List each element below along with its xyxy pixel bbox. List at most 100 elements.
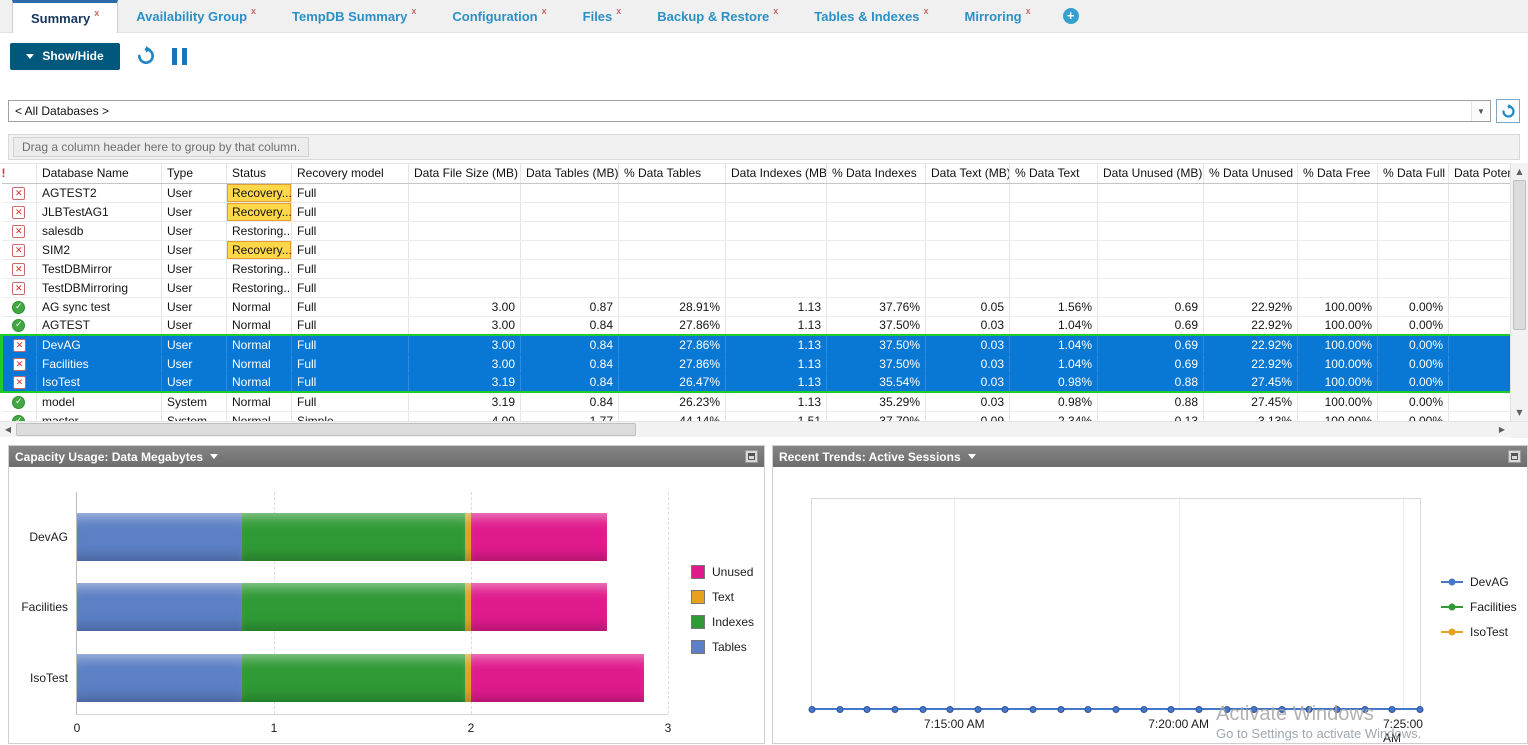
trends-panel: Recent Trends: Active Sessions 7:15:00 A…: [772, 445, 1528, 744]
tab-close-icon[interactable]: x: [411, 6, 416, 16]
chevron-down-icon[interactable]: ▼: [1471, 101, 1490, 121]
table-row-testdbmirror[interactable]: ✕TestDBMirrorUserRestoring...Full: [2, 259, 1511, 278]
bar-segment-tables[interactable]: [77, 583, 242, 631]
cell-data-full: [1378, 259, 1449, 278]
vertical-scroll-thumb[interactable]: [1513, 180, 1526, 330]
bar-segment-unused[interactable]: [471, 583, 607, 631]
tab-availability-group[interactable]: Availability Groupx: [118, 0, 274, 32]
column-header-database-name[interactable]: Database Name: [37, 164, 162, 183]
tab-label: Backup & Restore: [657, 9, 769, 24]
tab-summary[interactable]: Summaryx: [12, 0, 118, 33]
table-row-jlbtestag1[interactable]: ✕JLBTestAG1UserRecovery...Full: [2, 202, 1511, 221]
column-header-status[interactable]: Status: [227, 164, 292, 183]
table-row-salesdb[interactable]: ✕salesdbUserRestoring...Full: [2, 221, 1511, 240]
tab-backup-restore[interactable]: Backup & Restore x: [639, 0, 796, 32]
cell-data-indexes-mb: [726, 240, 827, 259]
table-row-model[interactable]: ✓modelSystemNormalFull3.190.8426.23%1.13…: [2, 392, 1511, 411]
bar-segment-indexes[interactable]: [242, 513, 465, 561]
tab-close-icon[interactable]: x: [542, 6, 547, 16]
cell-data-free: 100.00%: [1298, 373, 1378, 392]
column-header-recovery-model[interactable]: Recovery model: [292, 164, 409, 183]
bar-segment-tables[interactable]: [77, 654, 242, 702]
column-header-data-indexes-mb[interactable]: Data Indexes (MB): [726, 164, 827, 183]
show-hide-button[interactable]: Show/Hide: [10, 43, 120, 70]
table-row-agtest[interactable]: ✓AGTESTUserNormalFull3.000.8427.86%1.133…: [2, 316, 1511, 335]
cell-data-file-size-mb: [409, 278, 521, 297]
table-row-ag-sync-test[interactable]: ✓AG sync testUserNormalFull3.000.8728.91…: [2, 297, 1511, 316]
x-tick-label: 3: [665, 721, 672, 735]
maximize-panel-icon[interactable]: [1508, 450, 1521, 463]
refresh-button[interactable]: [1496, 99, 1520, 123]
column-header-data-full[interactable]: % Data Full: [1378, 164, 1449, 183]
column-header-data-free[interactable]: % Data Free: [1298, 164, 1378, 183]
column-header-data-unused[interactable]: % Data Unused: [1204, 164, 1298, 183]
table-row-isotest[interactable]: ✕IsoTestUserNormalFull3.190.8426.47%1.13…: [2, 373, 1511, 392]
bar-segment-unused[interactable]: [471, 513, 607, 561]
grid-horizontal-scrollbar[interactable]: ◀ ▶: [0, 421, 1528, 437]
cell-status: Normal: [227, 373, 292, 392]
cell-data-unused-mb: [1098, 183, 1204, 202]
tab-close-icon[interactable]: x: [1026, 6, 1031, 16]
table-row-agtest2[interactable]: ✕AGTEST2UserRecovery...Full: [2, 183, 1511, 202]
scroll-right-icon[interactable]: ▶: [1494, 422, 1510, 438]
capacity-panel-header[interactable]: Capacity Usage: Data Megabytes: [9, 446, 764, 467]
cell-database-name: TestDBMirroring: [37, 278, 162, 297]
chevron-down-icon[interactable]: [968, 454, 976, 459]
cell-data-text-mb: 0.09: [926, 411, 1010, 421]
scroll-down-icon[interactable]: ▼: [1511, 404, 1528, 421]
bar-segment-indexes[interactable]: [242, 654, 465, 702]
tab-tables-indexes[interactable]: Tables & Indexesx: [796, 0, 946, 32]
tab-close-icon[interactable]: x: [773, 6, 778, 16]
data-point: [864, 706, 871, 713]
table-row-facilities[interactable]: ✕FacilitiesUserNormalFull3.000.8427.86%1…: [2, 354, 1511, 373]
tab-close-icon[interactable]: x: [924, 6, 929, 16]
tab-configuration[interactable]: Configuration x: [434, 0, 564, 32]
column-header-type[interactable]: Type: [162, 164, 227, 183]
cell-status: Normal: [227, 354, 292, 373]
table-row-testdbmirroring[interactable]: ✕TestDBMirroringUserRestoring...Full: [2, 278, 1511, 297]
chevron-down-icon[interactable]: [210, 454, 218, 459]
cell-data-text: 1.04%: [1010, 335, 1098, 354]
scroll-left-icon[interactable]: ◀: [0, 422, 16, 438]
status-column-header[interactable]: !: [2, 164, 37, 183]
cell-recovery-model: Full: [292, 297, 409, 316]
bar-segment-tables[interactable]: [77, 513, 242, 561]
refresh-icon[interactable]: [136, 46, 156, 66]
scroll-up-icon[interactable]: ▲: [1511, 163, 1528, 180]
cell-data-tables: 27.86%: [619, 316, 726, 335]
tab-tempdb-summary[interactable]: TempDB Summaryx: [274, 0, 434, 32]
column-header-data-unused-mb[interactable]: Data Unused (MB): [1098, 164, 1204, 183]
column-header-data-text[interactable]: % Data Text: [1010, 164, 1098, 183]
tab-close-icon[interactable]: x: [251, 6, 256, 16]
table-row-sim2[interactable]: ✕SIM2UserRecovery...Full: [2, 240, 1511, 259]
cell-type: User: [162, 240, 227, 259]
bar-segment-indexes[interactable]: [242, 583, 465, 631]
column-header-data-tables-mb[interactable]: Data Tables (MB): [521, 164, 619, 183]
database-selector[interactable]: < All Databases > ▼: [8, 100, 1491, 122]
trends-panel-header[interactable]: Recent Trends: Active Sessions: [773, 446, 1527, 467]
tab-close-icon[interactable]: x: [94, 8, 99, 18]
bottom-panels: Capacity Usage: Data Megabytes DevAGFaci…: [0, 437, 1528, 744]
tab-files[interactable]: Filesx: [565, 0, 640, 32]
column-header-data-file-size-mb[interactable]: Data File Size (MB)▲: [409, 164, 521, 183]
table-row-devag[interactable]: ✕DevAGUserNormalFull3.000.8427.86%1.1337…: [2, 335, 1511, 354]
add-tab-button[interactable]: +: [1063, 8, 1079, 24]
tab-label: Configuration: [452, 9, 537, 24]
column-header-data-poten[interactable]: Data Poten: [1449, 164, 1511, 183]
tab-close-icon[interactable]: x: [616, 6, 621, 16]
table-row-master[interactable]: ✓masterSystemNormalSimple4.001.7744.14%1…: [2, 411, 1511, 421]
horizontal-scroll-thumb[interactable]: [16, 423, 636, 436]
column-header-data-text-mb[interactable]: Data Text (MB): [926, 164, 1010, 183]
grid-vertical-scrollbar[interactable]: ▲ ▼: [1510, 163, 1528, 421]
cell-data-free: [1298, 240, 1378, 259]
cell-data-free: 100.00%: [1298, 354, 1378, 373]
maximize-panel-icon[interactable]: [745, 450, 758, 463]
pause-icon[interactable]: [172, 48, 187, 65]
bar-segment-unused[interactable]: [471, 654, 644, 702]
group-by-panel[interactable]: Drag a column header here to group by th…: [8, 134, 1520, 160]
column-header-data-indexes[interactable]: % Data Indexes: [827, 164, 926, 183]
tab-mirroring[interactable]: Mirroringx: [947, 0, 1049, 32]
cell-data-indexes: 37.50%: [827, 354, 926, 373]
column-header-data-tables[interactable]: % Data Tables: [619, 164, 726, 183]
cell-status: Normal: [227, 335, 292, 354]
